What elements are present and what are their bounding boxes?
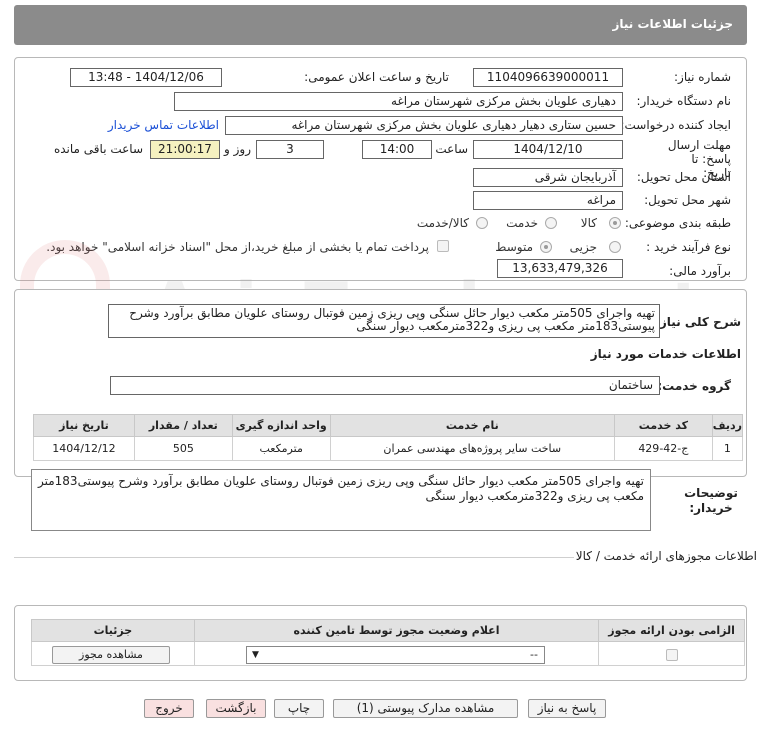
permits-divider <box>14 557 574 558</box>
description-text: تهیه واجرای 505متر مکعب دیوار حائل سنگی … <box>129 306 655 333</box>
announce-field: 1404/12/06 - 13:48 <box>70 68 222 87</box>
print-button[interactable]: چاپ <box>274 699 324 718</box>
col-unit: واحد اندازه گیری <box>231 414 331 437</box>
cell-qty: 505 <box>133 436 233 461</box>
buyer-org-label: نام دستگاه خریدار: <box>636 94 732 108</box>
province-field: آذربایجان شرقی <box>473 168 623 187</box>
treasury-payment-checkbox[interactable] <box>437 240 449 252</box>
chevron-down-icon: ▼ <box>252 650 259 660</box>
services-table-header: ردیف کد خدمت نام خدمت واحد اندازه گیری ت… <box>33 414 744 437</box>
days-label: روز و <box>224 142 251 156</box>
city-field: مراغه <box>473 191 623 210</box>
process-minor-label: جزیی <box>569 240 597 254</box>
description-textarea[interactable]: تهیه واجرای 505متر مکعب دیوار حائل سنگی … <box>108 304 660 338</box>
permit-status-select[interactable]: -- ▼ <box>246 646 545 664</box>
category-label: طبقه بندی موضوعی: <box>624 216 731 230</box>
treasury-payment-note: پرداخت تمام یا بخشی از مبلغ خرید،از محل … <box>46 240 429 254</box>
page-title: جزئیات اطلاعات نیاز <box>612 17 733 31</box>
back-button[interactable]: بازگشت <box>206 699 266 718</box>
creator-field: حسین ستاری دهیار دهیاری علویان بخش مرکزی… <box>225 116 623 135</box>
permit-status-value: -- <box>530 648 538 661</box>
category-radio-goods[interactable] <box>609 217 621 229</box>
view-permit-button[interactable]: مشاهده مجوز <box>52 646 170 664</box>
remaining-time-field: 21:00:17 <box>150 140 220 159</box>
days-field: 3 <box>256 140 324 159</box>
description-label: شرح کلی نیاز: <box>655 315 741 329</box>
category-service-label: خدمت <box>506 216 538 230</box>
cell-name: ساخت سایر پروژه‌های مهندسی عمران <box>329 436 615 461</box>
buyer-org-field: دهیاری علویان بخش مرکزی شهرستان مراغه <box>174 92 623 111</box>
services-section-title: اطلاعات خدمات مورد نیاز <box>590 347 741 361</box>
announce-label: تاریخ و ساعت اعلان عمومی: <box>304 70 449 84</box>
category-goods-service-label: کالا/خدمت <box>416 216 469 230</box>
service-group-label: گروه خدمت: <box>657 379 731 393</box>
process-label: نوع فرآیند خرید : <box>646 240 731 254</box>
col-qty: تعداد / مقدار <box>133 414 233 437</box>
deadline-time-label: ساعت <box>435 142 468 156</box>
service-group-field: ساختمان <box>110 376 660 395</box>
buyer-notes-textarea[interactable]: تهیه واجرای 505متر مکعب دیوار حائل سنگی … <box>31 469 651 531</box>
permits-table-header: الزامی بودن ارائه مجوز اعلام وضعیت مجوز … <box>31 619 745 642</box>
creator-label: ایجاد کننده درخواست: <box>620 118 731 132</box>
col-date: تاریخ نیاز <box>33 414 135 437</box>
col-permit-status: اعلام وضعیت مجوز توسط تامین کننده <box>193 619 600 642</box>
page-header: جزئیات اطلاعات نیاز <box>14 5 747 45</box>
permit-required-checkbox[interactable] <box>666 649 678 661</box>
category-goods-label: کالا <box>580 216 597 230</box>
remaining-label: ساعت باقی مانده <box>53 142 143 156</box>
buyer-notes-text: تهیه واجرای 505متر مکعب دیوار حائل سنگی … <box>37 474 644 503</box>
city-label: شهر محل تحویل: <box>644 193 731 207</box>
cell-row: 1 <box>711 436 744 461</box>
cell-unit: مترمکعب <box>231 436 331 461</box>
col-permit-details: جزئیات <box>31 619 195 642</box>
need-number-field: 1104096639000011 <box>473 68 623 87</box>
permits-section-title: اطلاعات مجوزهای ارائه خدمت / کالا <box>575 549 757 563</box>
process-radio-medium[interactable] <box>540 241 552 253</box>
cell-code: ج-42-429 <box>613 436 713 461</box>
deadline-date-field: 1404/12/10 <box>473 140 623 159</box>
cell-date: 1404/12/12 <box>33 436 135 461</box>
category-radio-service[interactable] <box>545 217 557 229</box>
buyer-notes-label: توضیحات خریدار: <box>684 486 738 515</box>
contact-buyer-link[interactable]: اطلاعات تماس خریدار <box>108 118 219 132</box>
col-code: کد خدمت <box>613 414 713 437</box>
table-row: 1 ج-42-429 ساخت سایر پروژه‌های مهندسی عم… <box>33 436 744 461</box>
need-number-label: شماره نیاز: <box>674 70 731 84</box>
category-radio-goods-service[interactable] <box>476 217 488 229</box>
province-label: استان محل تحویل: <box>636 170 731 184</box>
services-table: ردیف کد خدمت نام خدمت واحد اندازه گیری ت… <box>33 414 744 461</box>
deadline-time-field: 14:00 <box>362 140 432 159</box>
process-radio-minor[interactable] <box>609 241 621 253</box>
exit-button[interactable]: خروج <box>144 699 194 718</box>
process-medium-label: متوسط <box>495 240 533 254</box>
attachments-button[interactable]: مشاهده مدارک پیوستی (1) <box>333 699 518 718</box>
reply-button[interactable]: پاسخ به نیاز <box>528 699 606 718</box>
col-permit-required: الزامی بودن ارائه مجوز <box>598 619 745 642</box>
col-row: ردیف <box>711 414 744 437</box>
col-name: نام خدمت <box>329 414 615 437</box>
